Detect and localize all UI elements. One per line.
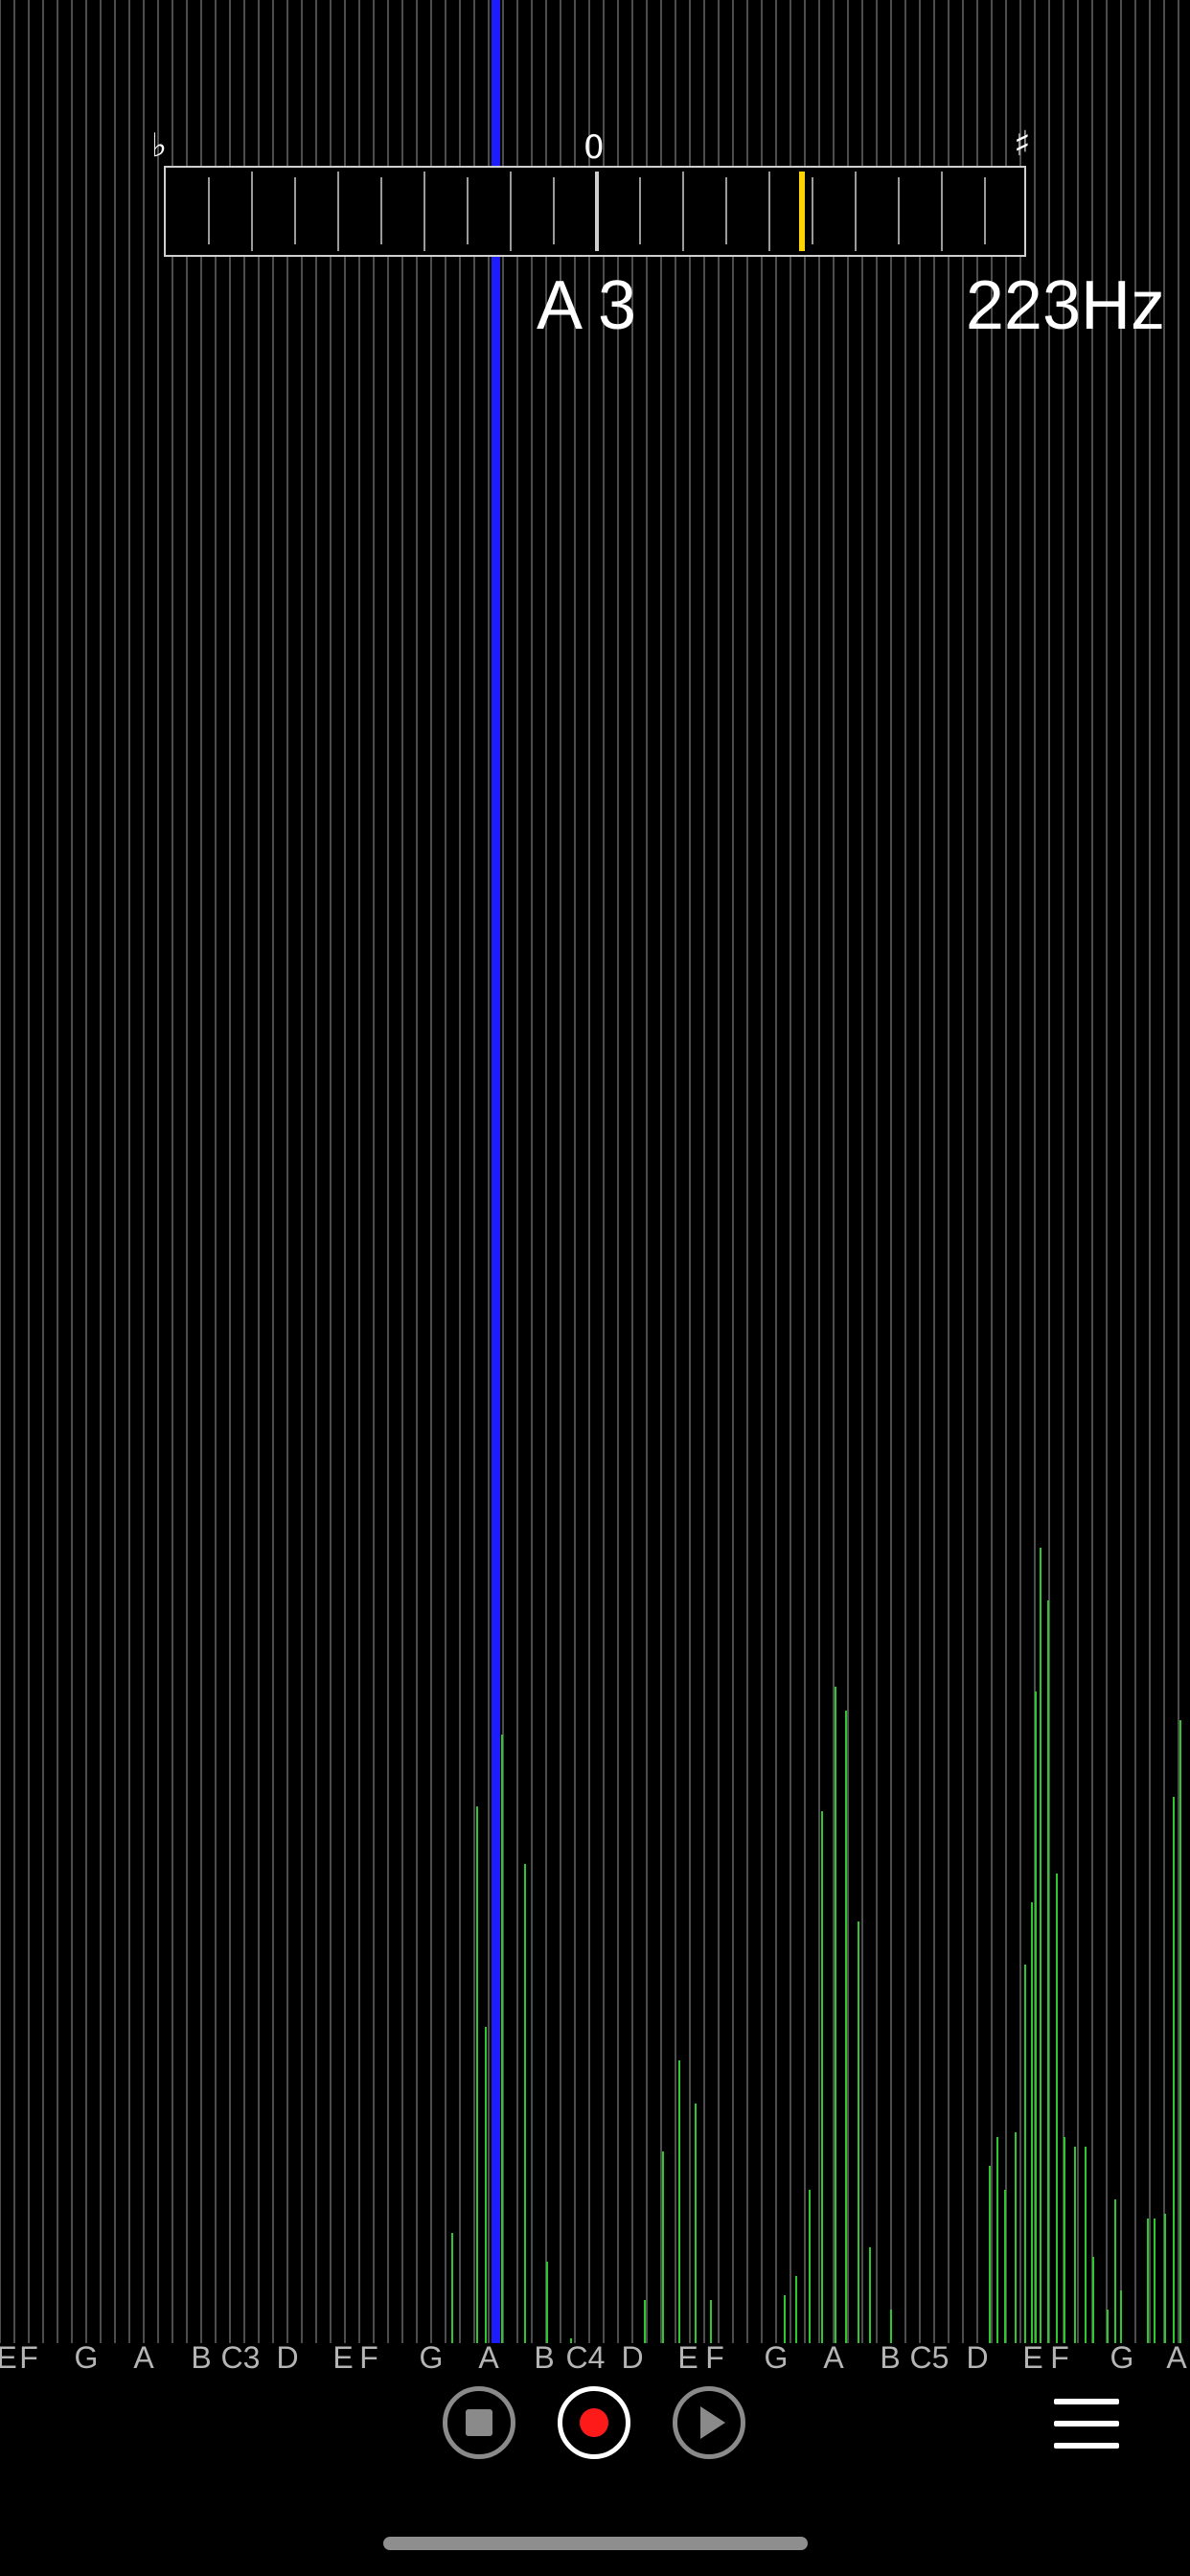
spectrum-chart	[451, 1548, 1181, 2343]
note-axis-label: C3	[220, 2340, 261, 2375]
detected-frequency: 223Hz	[965, 267, 1165, 344]
menu-button[interactable]	[1054, 2399, 1119, 2449]
note-axis-label: F	[19, 2340, 38, 2375]
note-axis-label: F	[359, 2340, 378, 2375]
stop-icon	[466, 2409, 492, 2436]
note-axis-label: G	[74, 2340, 99, 2375]
note-axis-label: B	[191, 2340, 212, 2375]
note-axis-label: B	[534, 2340, 555, 2375]
play-button[interactable]	[673, 2386, 745, 2459]
note-axis-label: A	[478, 2340, 499, 2375]
note-axis-label: A	[823, 2340, 844, 2375]
note-axis-label: G	[419, 2340, 444, 2375]
cents-meter-scale	[208, 172, 986, 251]
record-button[interactable]	[558, 2386, 630, 2459]
pitch-pointer	[799, 172, 805, 251]
note-axis-label: F	[1050, 2340, 1069, 2375]
home-indicator[interactable]	[383, 2537, 808, 2550]
flat-symbol: ♭	[151, 126, 168, 165]
note-axis: E F G A B C3 D E F G A B C4 D E F G A B C5 D E F G A	[0, 2340, 1190, 2379]
note-axis-label: C5	[909, 2340, 950, 2375]
stop-button[interactable]	[443, 2386, 515, 2459]
note-axis-label: A	[133, 2340, 154, 2375]
note-axis-label: A	[1166, 2340, 1187, 2375]
play-icon	[700, 2406, 725, 2439]
note-axis-label: G	[764, 2340, 789, 2375]
note-axis-label: E	[677, 2340, 698, 2375]
note-axis-label: D	[621, 2340, 644, 2375]
note-axis-label: C4	[565, 2340, 606, 2375]
note-axis-label: B	[880, 2340, 901, 2375]
note-axis-label: F	[705, 2340, 724, 2375]
note-axis-label: E	[332, 2340, 354, 2375]
note-axis-label: G	[1110, 2340, 1134, 2375]
note-axis-label: E	[0, 2340, 17, 2375]
detected-note: A 3	[537, 267, 637, 344]
hamburger-menu-icon	[1054, 2399, 1119, 2449]
note-axis-label: E	[1022, 2340, 1043, 2375]
record-icon	[580, 2408, 608, 2437]
zero-cents-label: 0	[584, 128, 605, 167]
note-axis-label: D	[276, 2340, 299, 2375]
cents-meter	[164, 166, 1026, 257]
note-axis-label: D	[966, 2340, 989, 2375]
sharp-symbol: ♯	[1014, 125, 1031, 164]
